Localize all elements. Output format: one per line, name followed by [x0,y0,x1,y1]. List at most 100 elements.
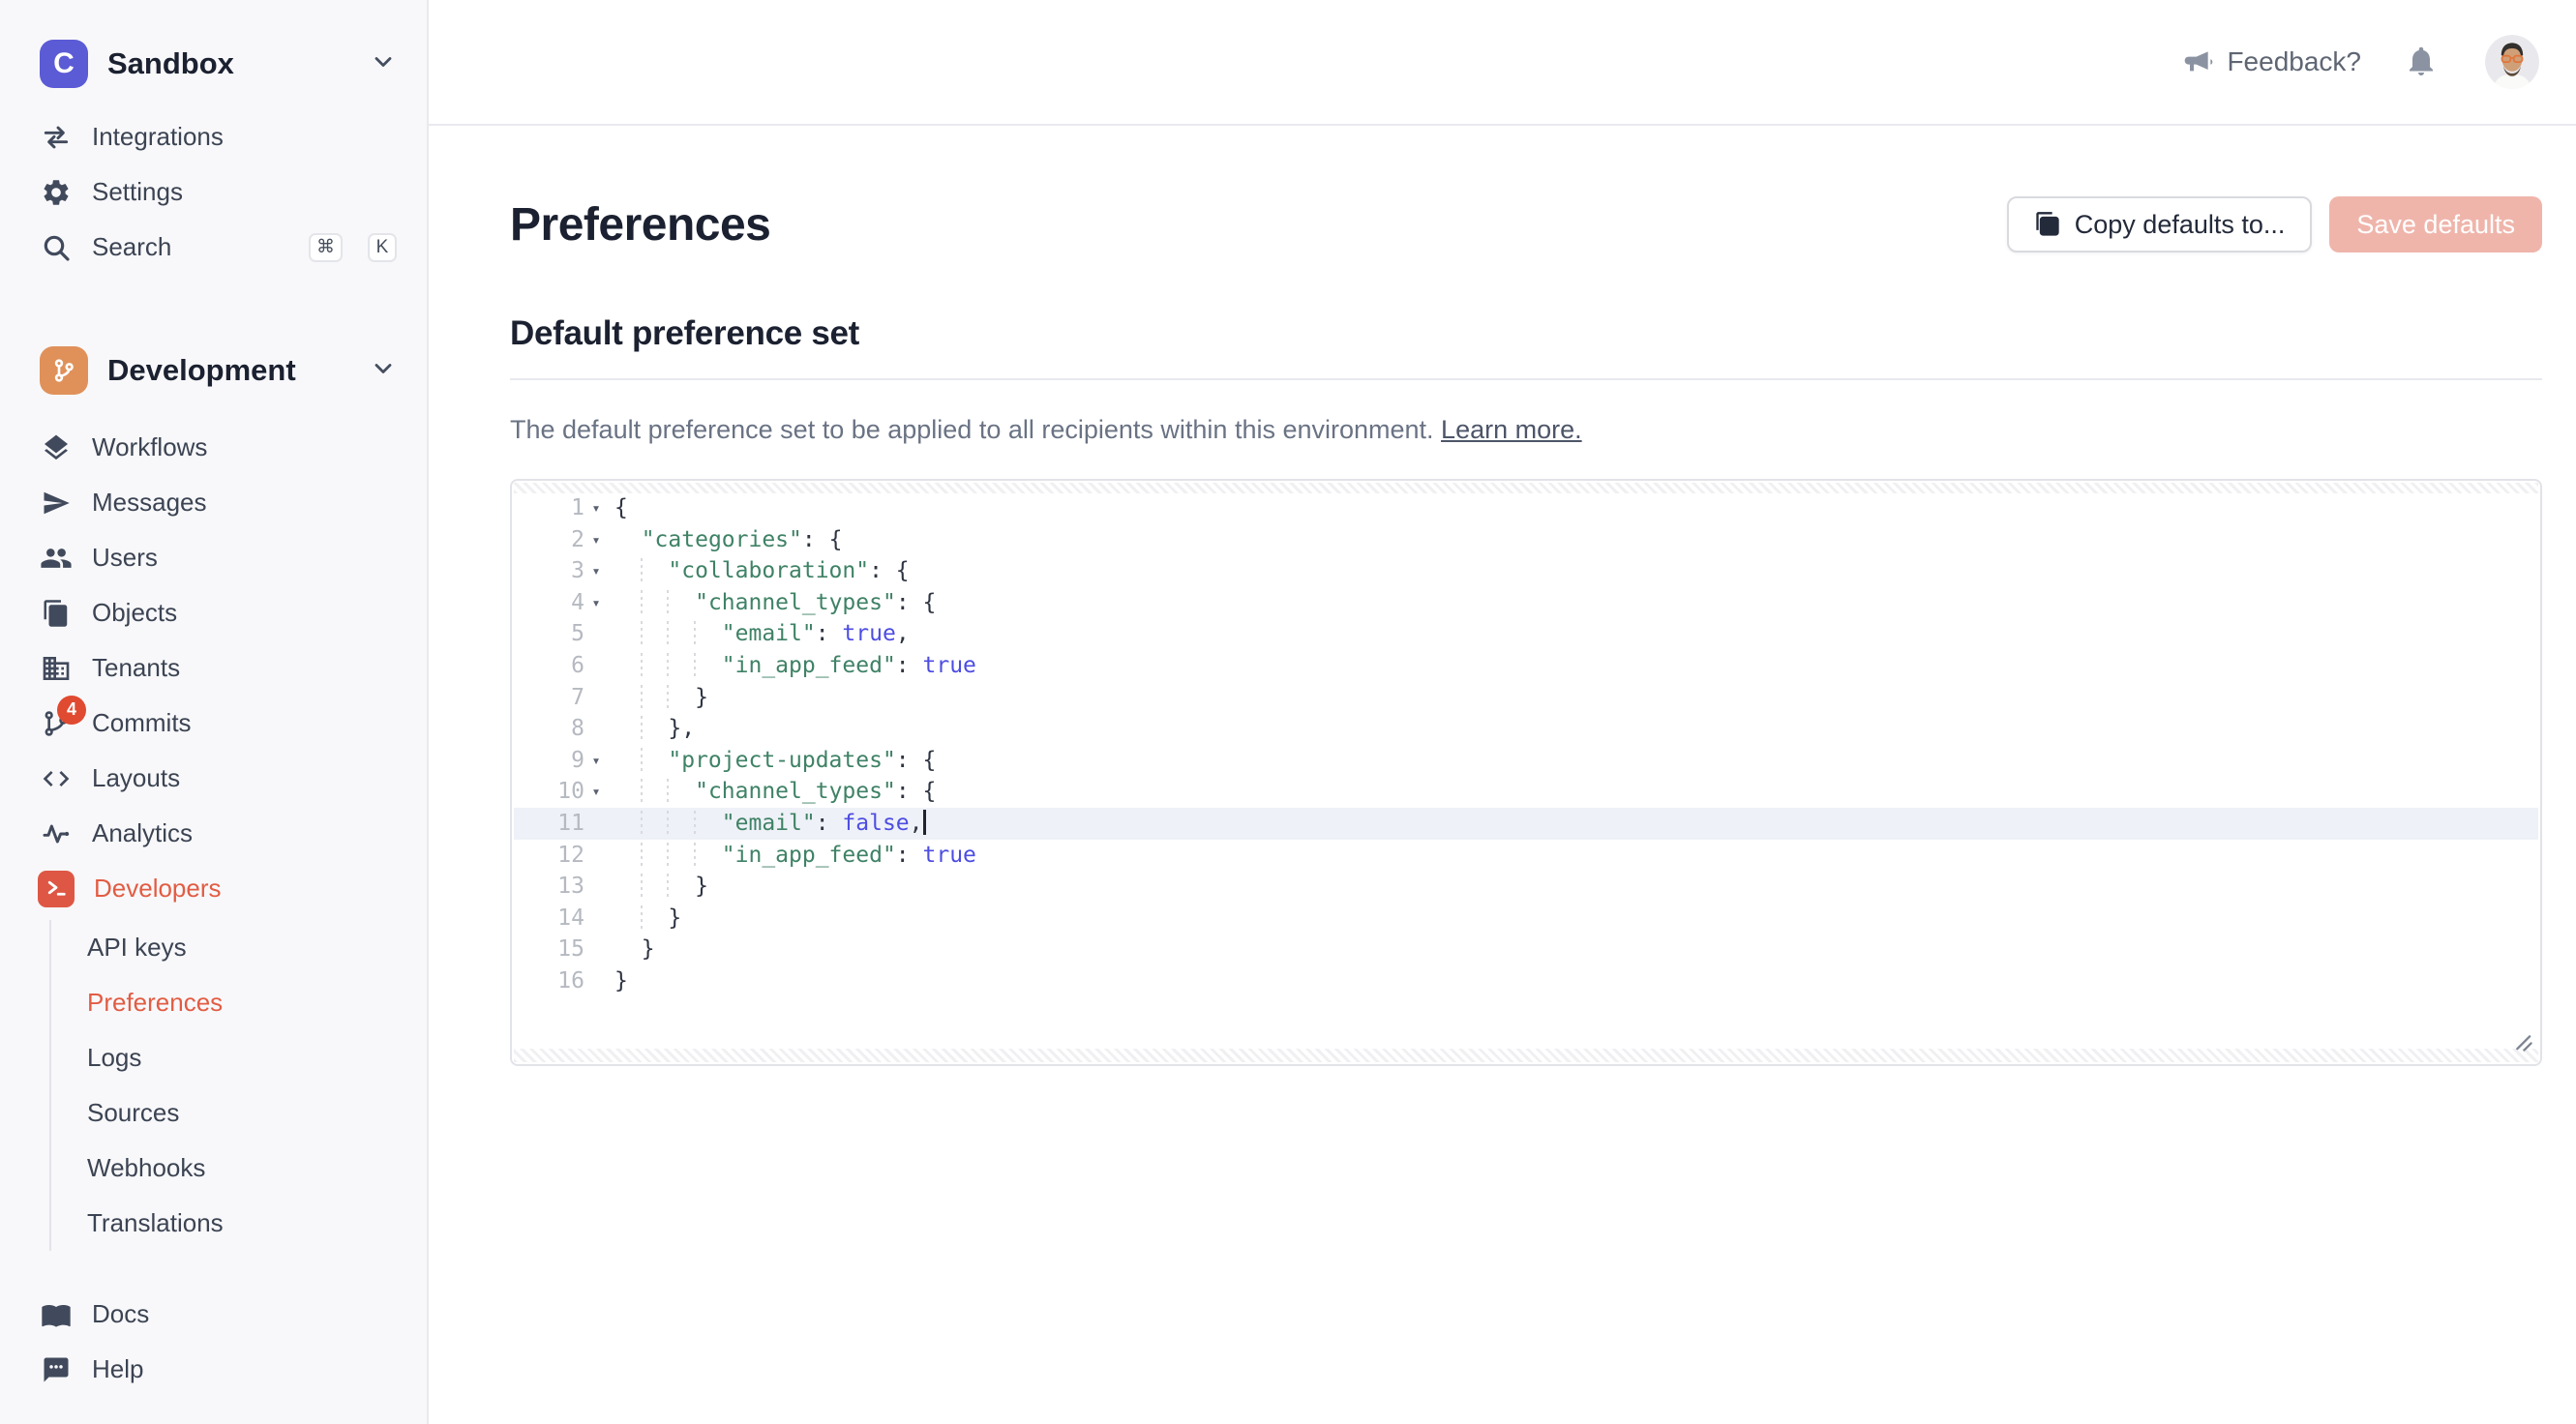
sidebar-subitem-webhooks[interactable]: Webhooks [87,1141,427,1196]
learn-more-link[interactable]: Learn more. [1441,415,1582,444]
sidebar-item-label: Settings [92,177,397,207]
building-icon [40,652,73,685]
json-editor[interactable]: 1▾{2▾ "categories": {3▾ "collaboration":… [510,479,2542,1066]
line-number: 15 [557,934,584,965]
code-area[interactable]: 1▾{2▾ "categories": {3▾ "collaboration":… [514,492,2538,1049]
line-number: 1 [571,492,584,524]
code-line[interactable]: 16} [514,965,2538,997]
fold-toggle-icon[interactable]: ▾ [587,587,605,619]
workspace-switcher[interactable]: C Sandbox [0,40,427,88]
code-token: "project-updates" [668,748,895,773]
sidebar-item-users[interactable]: Users [0,530,427,585]
gutter-cell: 3▾ [514,555,614,587]
code-line[interactable]: 13 } [514,871,2538,903]
code-token: : { [802,527,843,552]
line-number: 8 [571,713,584,745]
sidebar-item-label: Help [92,1354,397,1384]
fold-toggle-icon[interactable]: ▾ [587,524,605,556]
code-line[interactable]: 1▾{ [514,492,2538,524]
copy-defaults-label: Copy defaults to... [2075,210,2286,240]
commits-count-badge: 4 [57,696,86,725]
pulse-icon [40,817,73,850]
code-line[interactable]: 3▾ "collaboration": { [514,555,2538,587]
notifications-button[interactable] [2404,44,2439,81]
code-line[interactable]: 9▾ "project-updates": { [514,745,2538,777]
line-number: 11 [557,808,584,840]
sidebar-item-developers[interactable]: Developers [0,861,427,916]
section-title: Default preference set [510,314,2542,353]
code-line[interactable]: 6 "in_app_feed": true [514,650,2538,682]
sidebar-item-workflows[interactable]: Workflows [0,420,427,475]
copy-defaults-button[interactable]: Copy defaults to... [2007,196,2313,252]
sidebar-item-search[interactable]: Search ⌘ K [0,220,427,275]
sidebar-item-messages[interactable]: Messages [0,475,427,530]
line-number: 14 [557,903,584,934]
fold-toggle-icon[interactable]: ▾ [587,555,605,587]
code-brackets-icon [40,762,73,795]
code-token: "email" [722,621,816,646]
line-number: 16 [557,965,584,997]
code-line[interactable]: 11 "email": false, [514,808,2538,840]
code-token: }, [668,716,695,741]
line-number: 5 [571,618,584,650]
line-number: 6 [571,650,584,682]
sidebar-subitem-api-keys[interactable]: API keys [87,920,427,975]
sidebar-item-settings[interactable]: Settings [0,164,427,220]
sidebar-item-layouts[interactable]: Layouts [0,751,427,806]
code-token [614,558,668,583]
save-defaults-button[interactable]: Save defaults [2329,196,2542,252]
save-defaults-label: Save defaults [2356,210,2515,240]
code-line[interactable]: 14 } [514,903,2538,934]
layers-icon [40,431,73,464]
code-token: "email" [722,811,816,836]
sidebar-item-integrations[interactable]: Integrations [0,109,427,164]
code-line[interactable]: 12 "in_app_feed": true [514,840,2538,872]
line-number: 4 [571,587,584,619]
code-token [614,811,722,836]
chevron-down-icon [370,48,397,80]
text-cursor [923,810,926,835]
fold-toggle-icon[interactable]: ▾ [587,745,605,777]
code-token: : { [896,779,937,804]
documents-icon [40,597,73,630]
environment-switcher[interactable]: Development [0,346,427,395]
workspace-logo: C [40,40,88,88]
sidebar-subitem-logs[interactable]: Logs [87,1030,427,1085]
sidebar-subitem-label: Webhooks [87,1153,205,1183]
code-line[interactable]: 5 "email": true, [514,618,2538,650]
resize-handle-icon[interactable] [2513,1032,2532,1056]
code-token [614,748,668,773]
sidebar-item-commits[interactable]: 4 Commits [0,696,427,751]
environment-name: Development [107,353,350,388]
fold-toggle-icon[interactable]: ▾ [587,492,605,524]
book-icon [40,1298,73,1331]
shortcut-key-cmd: ⌘ [309,233,343,262]
line-number: 10 [557,776,584,808]
code-line[interactable]: 2▾ "categories": { [514,524,2538,556]
sidebar-item-label: Commits [92,708,397,738]
code-line[interactable]: 10▾ "channel_types": { [514,776,2538,808]
code-line[interactable]: 8 }, [514,713,2538,745]
feedback-button[interactable]: Feedback? [2182,46,2361,77]
sidebar-item-docs[interactable]: Docs [0,1287,427,1342]
sidebar-subitem-translations[interactable]: Translations [87,1196,427,1251]
sidebar-item-help[interactable]: Help [0,1342,427,1397]
user-avatar[interactable] [2485,35,2539,89]
code-line[interactable]: 15 } [514,934,2538,965]
sidebar-item-tenants[interactable]: Tenants [0,640,427,696]
sidebar-item-label: Messages [92,488,397,518]
description-text: The default preference set to be applied… [510,415,1441,444]
code-line[interactable]: 7 } [514,682,2538,714]
sidebar-subitem-preferences[interactable]: Preferences [87,975,427,1030]
sidebar-subitem-sources[interactable]: Sources [87,1085,427,1141]
code-token: : [896,843,923,868]
sidebar-item-analytics[interactable]: Analytics [0,806,427,861]
gutter-cell: 6 [514,650,614,682]
search-icon [40,231,73,264]
code-token: : { [869,558,910,583]
code-line[interactable]: 4▾ "channel_types": { [514,587,2538,619]
fold-toggle-icon[interactable]: ▾ [587,776,605,808]
code-token [614,843,722,868]
copy-icon [2034,211,2061,238]
sidebar-item-objects[interactable]: Objects [0,585,427,640]
